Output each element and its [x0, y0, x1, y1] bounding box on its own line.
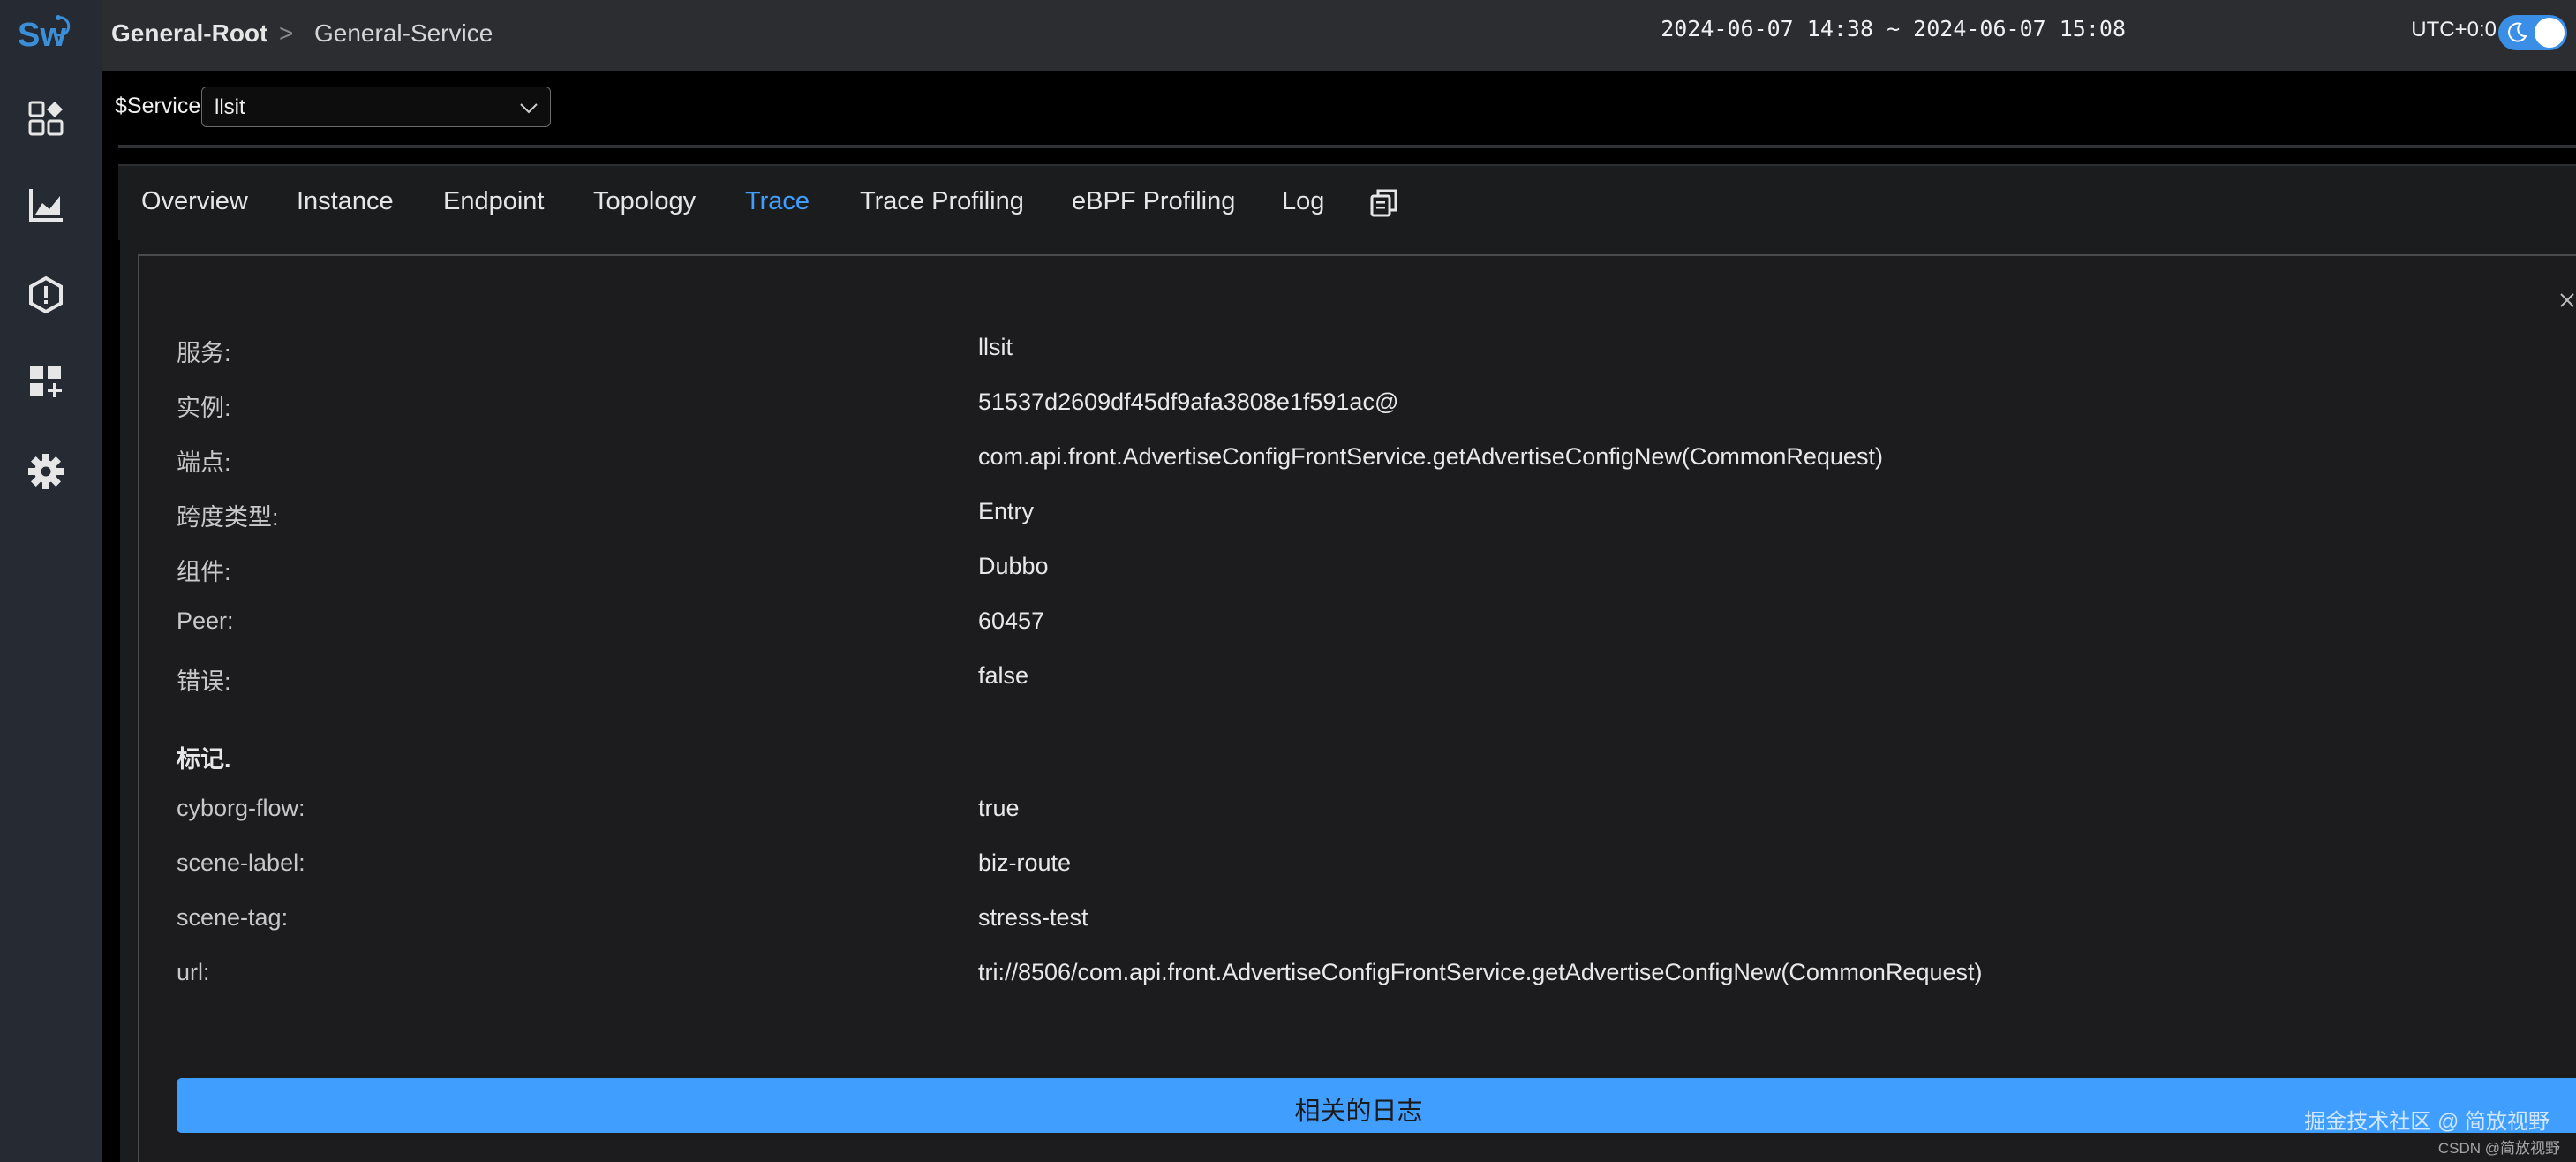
detail-value-error: false — [978, 662, 1029, 689]
widget-add-icon[interactable] — [26, 362, 65, 401]
service-select-value: llsit — [215, 95, 245, 119]
moon-icon — [2508, 22, 2527, 42]
detail-label-peer: Peer: — [177, 607, 234, 634]
tab-trace[interactable]: Trace — [745, 187, 810, 216]
skywalking-logo[interactable]: Sw — [16, 11, 74, 55]
sidebar: Sw — [0, 0, 102, 1162]
detail-label-error: 错误: — [177, 668, 231, 695]
tag-value-scene-label: biz-route — [978, 849, 1072, 876]
related-logs-label: 相关的日志 — [1294, 1098, 1423, 1126]
alert-icon[interactable] — [26, 275, 65, 314]
breadcrumb-root[interactable]: General-Root — [111, 19, 267, 48]
tag-label-scene-tag: scene-tag: — [177, 904, 289, 931]
settings-gear-icon[interactable] — [26, 452, 65, 491]
detail-label-endpoint: 端点: — [177, 449, 231, 476]
related-logs-button[interactable]: 相关的日志 — [177, 1078, 2576, 1133]
tag-label-scene-label: scene-label: — [177, 849, 305, 876]
tab-endpoint[interactable]: Endpoint — [443, 187, 545, 216]
detail-label-instance: 实例: — [177, 395, 231, 421]
detail-value-instance: 51537d2609df45df9afa3808e1f591ac@ — [978, 389, 1399, 415]
tab-ebpf-profiling[interactable]: eBPF Profiling — [1072, 187, 1235, 216]
timezone-label: UTC+0:0 — [2411, 18, 2497, 42]
span-detail-dialog: 服务: llsit 实例: 51537d2609df45df9afa3808e1… — [138, 254, 2576, 1162]
time-range-picker[interactable]: 2024-06-07 14:38 ~ 2024-06-07 15:08 — [1661, 16, 2126, 42]
watermark-juejin: 掘金技术社区 @ 简放视野 — [2304, 1110, 2550, 1134]
dashboard-icon[interactable] — [26, 99, 65, 138]
tag-value-url: tri://8506/com.api.front.AdvertiseConfig… — [978, 959, 1983, 985]
detail-value-endpoint: com.api.front.AdvertiseConfigFrontServic… — [978, 443, 1883, 470]
tab-overview[interactable]: Overview — [141, 187, 248, 216]
tags-section-title: 标记. — [177, 746, 231, 773]
detail-value-component: Dubbo — [978, 553, 1049, 579]
tag-label-cyborg-flow: cyborg-flow: — [177, 795, 305, 821]
close-icon[interactable] — [2558, 291, 2576, 309]
service-selector-label: $Service — [115, 94, 201, 118]
service-select[interactable]: llsit — [201, 87, 551, 127]
detail-label-component: 组件: — [177, 559, 231, 585]
chevron-down-icon — [520, 103, 538, 114]
detail-label-service: 服务: — [177, 340, 231, 366]
breadcrumb-chevron-icon: > — [279, 19, 294, 47]
chart-icon[interactable] — [26, 185, 65, 224]
tag-value-scene-tag: stress-test — [978, 904, 1088, 931]
tab-instance[interactable]: Instance — [297, 187, 394, 216]
tag-value-cyborg-flow: true — [978, 795, 1020, 821]
detail-value-span-type: Entry — [978, 498, 1035, 524]
tab-trace-profiling[interactable]: Trace Profiling — [860, 187, 1024, 216]
tab-log[interactable]: Log — [1282, 187, 1324, 216]
breadcrumb-service: General-Service — [314, 19, 493, 47]
theme-toggle[interactable] — [2498, 15, 2567, 50]
detail-value-service: llsit — [978, 334, 1013, 360]
top-header: General-Root > General-Service 2024-06-0… — [102, 0, 2576, 71]
detail-value-peer: 60457 — [978, 607, 1045, 634]
toggle-knob — [2535, 18, 2565, 48]
dashboard-tabs: Overview Instance Endpoint Topology Trac… — [118, 164, 2576, 240]
section-divider — [118, 145, 2576, 148]
tab-topology[interactable]: Topology — [593, 187, 696, 216]
tag-label-url: url: — [177, 959, 210, 985]
watermark-csdn: CSDN @简放视野 — [2437, 1140, 2560, 1157]
copy-icon[interactable] — [1368, 187, 1400, 219]
detail-label-span-type: 跨度类型: — [177, 504, 279, 531]
